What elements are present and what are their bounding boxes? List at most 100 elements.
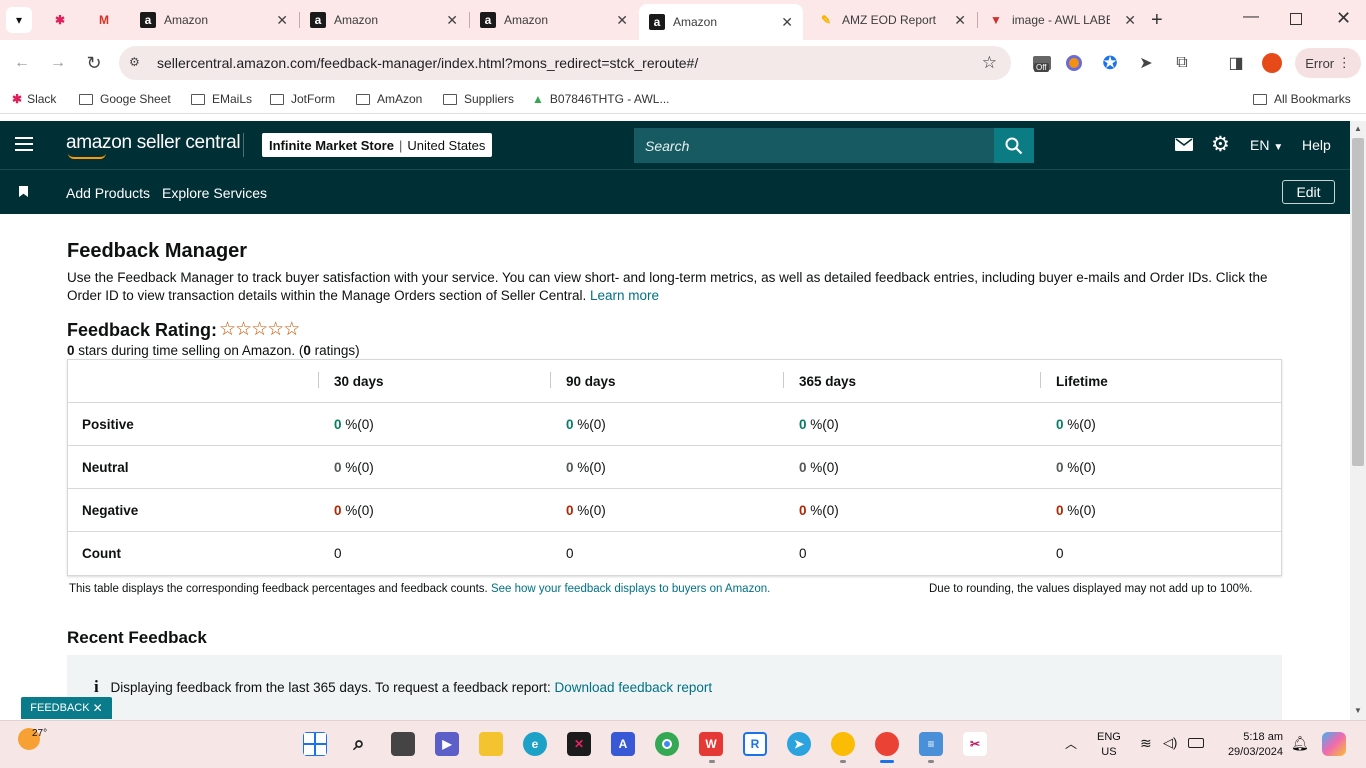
lifebuoy-extension-icon[interactable]: ✪ xyxy=(1098,51,1122,75)
tab-search-button[interactable]: ▾ xyxy=(6,7,32,33)
minimize-window-button[interactable]: — xyxy=(1243,8,1259,26)
restore-window-button[interactable] xyxy=(1290,13,1302,25)
error-button[interactable]: Error ⋮ xyxy=(1295,48,1361,78)
firefox-extension-icon[interactable] xyxy=(1062,51,1086,75)
snipping-tool-icon[interactable]: ✂ xyxy=(963,732,987,756)
input-language[interactable]: ENG US xyxy=(1097,730,1121,760)
notification-bell-icon[interactable]: 🔔︎ xyxy=(1291,735,1309,752)
weather-widget[interactable]: 27° xyxy=(18,728,47,750)
teams-chat-icon[interactable]: ▶ xyxy=(435,732,459,756)
edge-icon[interactable]: e xyxy=(523,732,547,756)
cell-value: 0 xyxy=(1056,416,1064,432)
table-cell: 0 %(0) xyxy=(334,403,374,445)
chrome-profile-icon[interactable] xyxy=(831,732,855,756)
search-input[interactable]: Search xyxy=(634,128,994,163)
tab-close-icon[interactable]: ✕ xyxy=(446,12,458,29)
extension-off-icon[interactable]: Off xyxy=(1030,51,1054,75)
close-window-button[interactable]: ✕ xyxy=(1336,8,1351,29)
chrome-active-icon[interactable] xyxy=(875,732,899,756)
amazon-seller-central-logo[interactable]: amazon seller central xyxy=(66,132,241,159)
tab-slack[interactable]: ✱ xyxy=(44,5,84,35)
tab-amz-eod-report[interactable]: ✎ AMZ EOD Report ✕ xyxy=(808,5,976,35)
cell-value: 0 xyxy=(334,459,342,475)
bookmark-slack[interactable]: ✱ Slack xyxy=(12,92,56,106)
tab-amazon-3[interactable]: a Amazon ✕ xyxy=(470,5,638,35)
feedback-display-link[interactable]: See how your feedback displays to buyers… xyxy=(491,583,770,595)
app-icon-r[interactable]: R xyxy=(743,732,767,756)
bookmark-emails[interactable]: EMaiLs xyxy=(191,92,252,106)
close-icon[interactable]: ✕ xyxy=(93,701,103,715)
scroll-down-arrow-icon[interactable]: ▼ xyxy=(1354,706,1362,715)
tab-close-icon[interactable]: ✕ xyxy=(616,12,628,29)
chrome-icon[interactable] xyxy=(655,732,679,756)
back-arrow-icon[interactable]: ← xyxy=(10,51,34,75)
running-indicator xyxy=(709,760,715,763)
address-bar[interactable]: ⚙ sellercentral.amazon.com/feedback-mana… xyxy=(119,46,1011,80)
column-separator xyxy=(783,372,784,388)
help-link[interactable]: Help xyxy=(1302,137,1331,153)
mail-icon[interactable] xyxy=(1175,138,1193,151)
store-switcher[interactable]: Infinite Market Store | United States xyxy=(262,133,493,157)
caret-down-icon: ▼ xyxy=(1273,142,1284,153)
forward-arrow-icon[interactable]: → xyxy=(46,51,70,75)
task-view-icon[interactable] xyxy=(391,732,415,756)
wifi-icon[interactable]: ≋ xyxy=(1140,735,1152,752)
download-feedback-report-link[interactable]: Download feedback report xyxy=(555,680,713,695)
bookmark-amazon[interactable]: AmAzon xyxy=(356,92,422,106)
tab-amazon-2[interactable]: a Amazon ✕ xyxy=(300,5,468,35)
bookmark-googe-sheet[interactable]: Googe Sheet xyxy=(79,92,171,106)
feedback-tab-button[interactable]: FEEDBACK ✕ xyxy=(21,697,112,719)
windows-start-icon[interactable] xyxy=(303,732,327,756)
cursor-extension-icon[interactable]: ➤ xyxy=(1134,51,1158,75)
bookmark-suppliers[interactable]: Suppliers xyxy=(443,92,514,106)
nav-explore-services[interactable]: Explore Services xyxy=(162,185,267,201)
search-icon[interactable]: ⌕ xyxy=(347,732,371,756)
tab-gmail[interactable]: M xyxy=(88,5,128,35)
volume-icon[interactable]: ◁) xyxy=(1163,735,1177,751)
search-button[interactable] xyxy=(994,128,1034,163)
bookmark-star-icon[interactable]: ☆ xyxy=(982,53,997,73)
table-cell: 0 %(0) xyxy=(799,446,839,488)
hamburger-menu-icon[interactable] xyxy=(15,137,33,151)
tab-close-icon[interactable]: ✕ xyxy=(781,14,793,31)
scrollbar-thumb[interactable] xyxy=(1352,138,1364,466)
lang-bottom: US xyxy=(1101,746,1117,758)
copilot-icon[interactable] xyxy=(1322,732,1346,756)
tab-amazon-active[interactable]: a Amazon ✕ xyxy=(639,4,803,40)
language-selector[interactable]: EN ▼ xyxy=(1250,137,1283,153)
settings-gear-icon[interactable]: ⚙ xyxy=(1211,132,1230,157)
all-bookmarks-label: All Bookmarks xyxy=(1274,92,1351,106)
learn-more-link[interactable]: Learn more xyxy=(590,288,659,303)
tab-close-icon[interactable]: ✕ xyxy=(1124,12,1136,29)
site-info-icon[interactable]: ⚙ xyxy=(129,55,140,69)
vivaldi-icon: ▼ xyxy=(990,13,1002,27)
notepad-icon[interactable]: ≡ xyxy=(919,732,943,756)
profile-avatar[interactable] xyxy=(1260,51,1284,75)
clock-date: 29/03/2024 xyxy=(1227,746,1283,758)
clock[interactable]: 5:18 am 29/03/2024 xyxy=(1221,730,1283,760)
column-header-30-days: 30 days xyxy=(334,373,384,389)
tab-close-icon[interactable]: ✕ xyxy=(954,12,966,29)
file-explorer-icon[interactable] xyxy=(479,732,503,756)
tab-close-icon[interactable]: ✕ xyxy=(276,12,288,29)
bookmark-drive-awl[interactable]: ▲ B07846THTG - AWL... xyxy=(532,92,670,106)
puzzle-extensions-icon[interactable]: ⧉ xyxy=(1170,51,1194,75)
wps-office-icon[interactable]: W xyxy=(699,732,723,756)
tab-amazon-1[interactable]: a Amazon ✕ xyxy=(130,5,298,35)
stars-summary: 0 stars during time selling on Amazon. (… xyxy=(67,343,360,358)
battery-icon[interactable] xyxy=(1188,738,1204,748)
reload-icon[interactable]: ↻ xyxy=(82,51,106,75)
tab-image-awl[interactable]: ▼ image - AWL LABE ✕ xyxy=(978,5,1146,35)
side-panel-icon[interactable]: ◨ xyxy=(1224,51,1248,75)
edit-nav-button[interactable]: Edit xyxy=(1282,180,1335,204)
all-bookmarks[interactable]: All Bookmarks xyxy=(1253,92,1351,106)
telegram-icon[interactable]: ➤ xyxy=(787,732,811,756)
scroll-up-arrow-icon[interactable]: ▲ xyxy=(1354,124,1362,133)
amazon-icon: a xyxy=(140,12,156,28)
nav-add-products[interactable]: Add Products xyxy=(66,185,150,201)
app-icon-red-black[interactable]: ✕ xyxy=(567,732,591,756)
bookmark-jotform[interactable]: JotForm xyxy=(270,92,335,106)
app-icon-blue[interactable]: A xyxy=(611,732,635,756)
new-tab-button[interactable]: + xyxy=(1151,9,1163,32)
chevron-up-icon[interactable]: ︿ xyxy=(1065,735,1077,752)
